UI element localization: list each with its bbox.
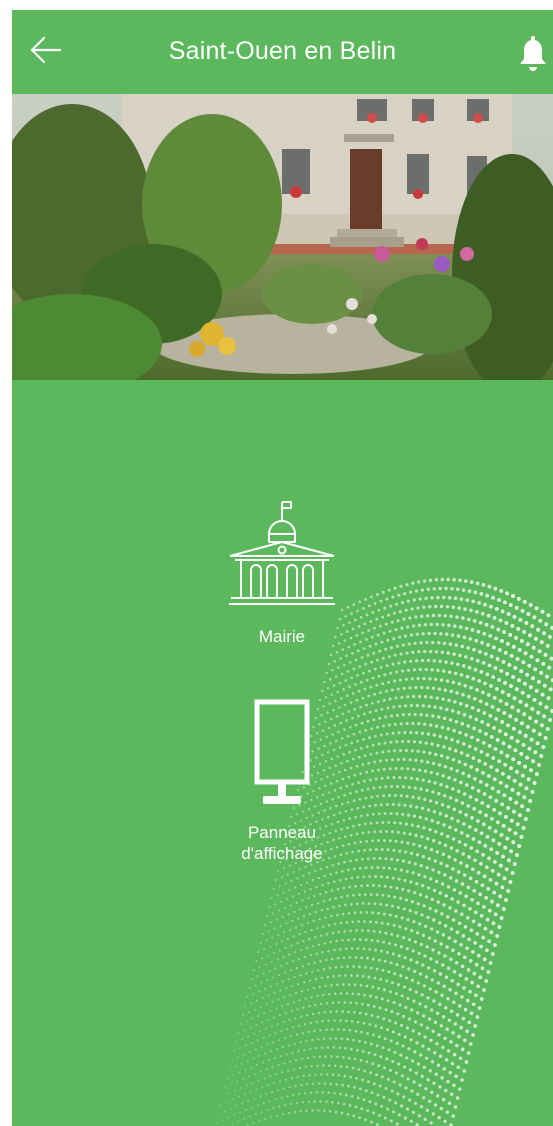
top-app-bar: Saint-Ouen en Belin bbox=[12, 10, 553, 94]
menu-item-label: Mairie bbox=[258, 627, 306, 646]
arrow-left-icon[interactable] bbox=[30, 36, 62, 64]
menu-item-label: Panneau d'affichage bbox=[241, 823, 323, 863]
notice-board-icon bbox=[254, 699, 310, 804]
app-screen: Saint-Ouen en Belin Mairie Panneau d'aff… bbox=[12, 10, 553, 1126]
town-hall-icon bbox=[229, 501, 335, 605]
menu-item-mairie[interactable]: Mairie bbox=[182, 498, 382, 647]
hero-photo bbox=[12, 94, 553, 380]
town-hall-garden-photo bbox=[12, 94, 553, 380]
menu-item-panneau-affichage[interactable]: Panneau d'affichage bbox=[182, 698, 382, 864]
page-title: Saint-Ouen en Belin bbox=[168, 36, 397, 65]
bell-icon[interactable] bbox=[519, 34, 547, 72]
main-menu-area: Mairie Panneau d'affichage bbox=[12, 380, 553, 1126]
